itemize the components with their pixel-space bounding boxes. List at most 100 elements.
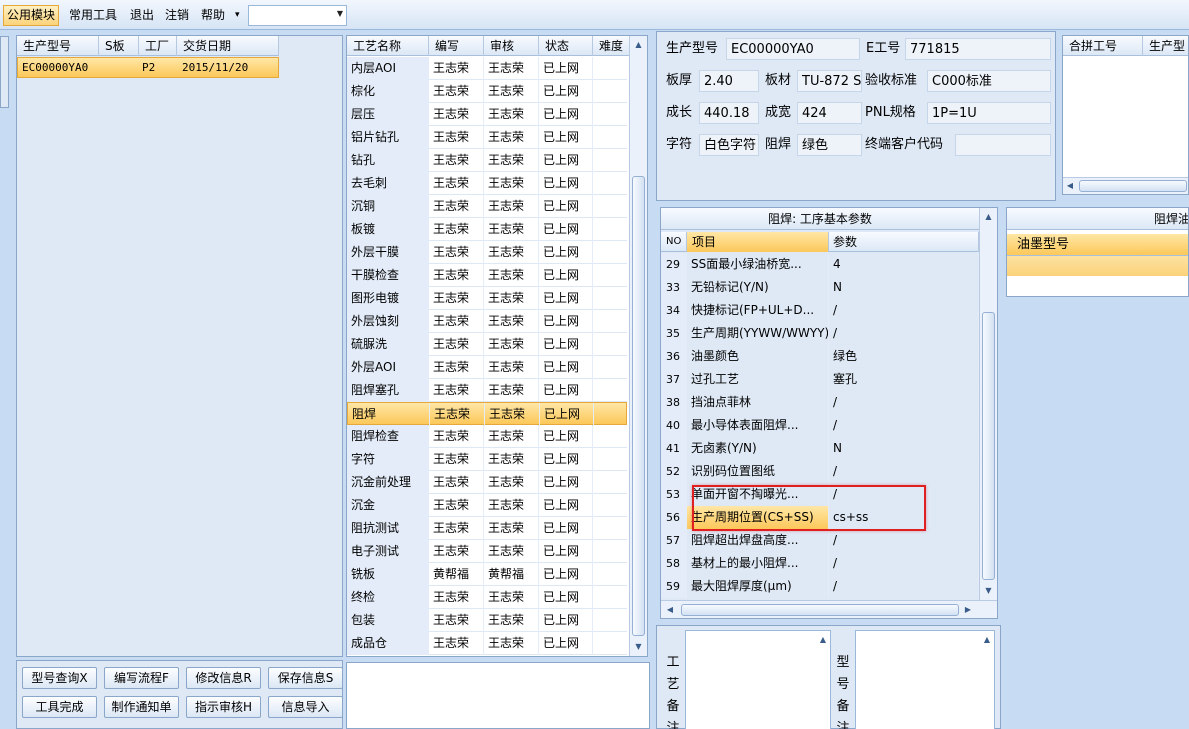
- table-row[interactable]: 外层AOI 王志荣 王志荣 已上网: [347, 356, 631, 379]
- field-acceptance[interactable]: C000标准: [927, 70, 1051, 92]
- table-row[interactable]: 外层蚀刻 王志荣 王志荣 已上网: [347, 310, 631, 333]
- col-model[interactable]: 生产型号: [17, 36, 99, 56]
- table-row[interactable]: 40 最小导体表面阻焊... /: [661, 414, 979, 437]
- scroll-up-icon[interactable]: ▲: [630, 38, 647, 52]
- process-grid-scrollbar[interactable]: ▲ ▼: [629, 36, 647, 656]
- tool-complete-button[interactable]: 工具完成: [22, 696, 97, 718]
- col-combine-number[interactable]: 合拼工号: [1063, 36, 1143, 56]
- col-s-board[interactable]: S板: [99, 36, 139, 56]
- table-row[interactable]: 59 最大阻焊厚度(μm) /: [661, 575, 979, 598]
- col-no[interactable]: NO: [661, 232, 687, 252]
- table-row[interactable]: 33 无铅标记(Y/N) N: [661, 276, 979, 299]
- table-row[interactable]: 板镀 王志荣 王志荣 已上网: [347, 218, 631, 241]
- table-row[interactable]: 阻焊塞孔 王志荣 王志荣 已上网: [347, 379, 631, 402]
- params-vscroll[interactable]: ▲ ▼: [979, 208, 997, 600]
- dropdown-arrow-icon[interactable]: ▼: [337, 9, 343, 18]
- table-row[interactable]: 52 识别码位置图纸 /: [661, 460, 979, 483]
- table-row[interactable]: 沉金 王志荣 王志荣 已上网: [347, 494, 631, 517]
- scroll-thumb[interactable]: [681, 604, 959, 616]
- scroll-left-icon[interactable]: ◀: [663, 603, 677, 617]
- params-hscroll[interactable]: ◀ ▶: [661, 600, 997, 618]
- ink-row[interactable]: [1007, 256, 1188, 276]
- menu-public-module[interactable]: 公用模块: [3, 5, 60, 26]
- table-row[interactable]: EC00000YA0 P2 2015/11/20: [17, 57, 279, 78]
- field-length[interactable]: 440.18: [699, 102, 759, 124]
- table-row[interactable]: 棕化 王志荣 王志荣 已上网: [347, 80, 631, 103]
- instruction-review-button[interactable]: 指示审核H: [186, 696, 261, 718]
- table-row[interactable]: 34 快捷标记(FP+UL+D... /: [661, 299, 979, 322]
- process-notes-area[interactable]: [346, 662, 650, 729]
- table-row[interactable]: 阻焊 王志荣 王志荣 已上网: [347, 402, 632, 426]
- table-row[interactable]: 字符 王志荣 王志荣 已上网: [347, 448, 631, 471]
- write-flow-button[interactable]: 编写流程F: [104, 667, 179, 689]
- scroll-right-icon[interactable]: ▶: [961, 603, 975, 617]
- menu-exit[interactable]: 退出: [127, 6, 157, 25]
- make-notice-button[interactable]: 制作通知单: [104, 696, 179, 718]
- col-status[interactable]: 状态: [539, 36, 593, 56]
- menu-combo[interactable]: ▼: [248, 5, 347, 26]
- table-row[interactable]: 成品仓 王志荣 王志荣 已上网: [347, 632, 631, 655]
- table-row[interactable]: 外层干膜 王志荣 王志荣 已上网: [347, 241, 631, 264]
- save-info-button[interactable]: 保存信息S: [268, 667, 343, 689]
- col-difficulty[interactable]: 难度: [593, 36, 631, 56]
- field-model[interactable]: EC00000YA0: [726, 38, 860, 60]
- table-row[interactable]: 29 SS面最小绿油桥宽... 4: [661, 253, 979, 276]
- table-row[interactable]: 35 生产周期(YYWW/WWYY) /: [661, 322, 979, 345]
- table-row[interactable]: 硫脲洗 王志荣 王志荣 已上网: [347, 333, 631, 356]
- menu-common-tools[interactable]: 常用工具: [66, 6, 120, 25]
- process-notes-input[interactable]: ▲: [685, 630, 831, 729]
- table-row[interactable]: 图形电镀 王志荣 王志荣 已上网: [347, 287, 631, 310]
- table-row[interactable]: 终检 王志荣 王志荣 已上网: [347, 586, 631, 609]
- table-row[interactable]: 层压 王志荣 王志荣 已上网: [347, 103, 631, 126]
- table-row[interactable]: 58 基材上的最小阻焊... /: [661, 552, 979, 575]
- col-combine-model[interactable]: 生产型: [1143, 36, 1188, 56]
- col-process-name[interactable]: 工艺名称: [347, 36, 429, 56]
- table-row[interactable]: 沉铜 王志荣 王志荣 已上网: [347, 195, 631, 218]
- field-pnl-spec[interactable]: 1P=1U: [927, 102, 1051, 124]
- table-row[interactable]: 41 无卤素(Y/N) N: [661, 437, 979, 460]
- field-width[interactable]: 424: [797, 102, 862, 124]
- field-e-number[interactable]: 771815: [905, 38, 1051, 60]
- model-notes-input[interactable]: ▲: [855, 630, 995, 729]
- chevron-down-icon[interactable]: ▾: [232, 6, 243, 25]
- side-collapse-tab[interactable]: [0, 36, 9, 108]
- field-end-customer-code[interactable]: [955, 134, 1051, 156]
- scroll-down-icon[interactable]: ▼: [630, 640, 647, 654]
- scroll-thumb[interactable]: [1079, 180, 1187, 192]
- table-row[interactable]: 铝片钻孔 王志荣 王志荣 已上网: [347, 126, 631, 149]
- col-writer[interactable]: 编写: [429, 36, 484, 56]
- table-row[interactable]: 铣板 黄帮福 黄帮福 已上网: [347, 563, 631, 586]
- scroll-up-icon[interactable]: ▲: [980, 210, 997, 224]
- table-row[interactable]: 内层AOI 王志荣 王志荣 已上网: [347, 57, 631, 80]
- table-row[interactable]: 去毛刺 王志荣 王志荣 已上网: [347, 172, 631, 195]
- col-item[interactable]: 项目: [687, 232, 829, 252]
- table-row[interactable]: 36 油墨颜色 绿色: [661, 345, 979, 368]
- field-thickness[interactable]: 2.40: [699, 70, 759, 92]
- table-row[interactable]: 38 挡油点菲林 /: [661, 391, 979, 414]
- scroll-up-icon[interactable]: ▲: [816, 633, 830, 647]
- scroll-thumb[interactable]: [632, 176, 645, 636]
- table-row[interactable]: 阻抗测试 王志荣 王志荣 已上网: [347, 517, 631, 540]
- modify-info-button[interactable]: 修改信息R: [186, 667, 261, 689]
- table-row[interactable]: 57 阻焊超出焊盘高度... /: [661, 529, 979, 552]
- scroll-up-icon[interactable]: ▲: [980, 633, 994, 647]
- col-factory[interactable]: 工厂: [139, 36, 177, 56]
- menu-help[interactable]: 帮助: [198, 6, 228, 25]
- col-ink-model[interactable]: 油墨型号: [1007, 234, 1188, 256]
- scroll-thumb[interactable]: [982, 312, 995, 580]
- scroll-left-icon[interactable]: ◀: [1063, 179, 1077, 193]
- field-solder-mask[interactable]: 绿色: [797, 134, 862, 156]
- menu-logout[interactable]: 注销: [162, 6, 192, 25]
- import-info-button[interactable]: 信息导入: [268, 696, 343, 718]
- scroll-down-icon[interactable]: ▼: [980, 584, 997, 598]
- field-material[interactable]: TU-872 S: [797, 70, 862, 92]
- col-param[interactable]: 参数: [829, 232, 979, 252]
- model-query-button[interactable]: 型号查询X: [22, 667, 97, 689]
- col-delivery-date[interactable]: 交货日期: [177, 36, 279, 56]
- col-reviewer[interactable]: 审核: [484, 36, 539, 56]
- table-row[interactable]: 包装 王志荣 王志荣 已上网: [347, 609, 631, 632]
- table-row[interactable]: 电子测试 王志荣 王志荣 已上网: [347, 540, 631, 563]
- field-character[interactable]: 白色字符: [699, 134, 759, 156]
- table-row[interactable]: 干膜检查 王志荣 王志荣 已上网: [347, 264, 631, 287]
- table-row[interactable]: 阻焊检查 王志荣 王志荣 已上网: [347, 425, 631, 448]
